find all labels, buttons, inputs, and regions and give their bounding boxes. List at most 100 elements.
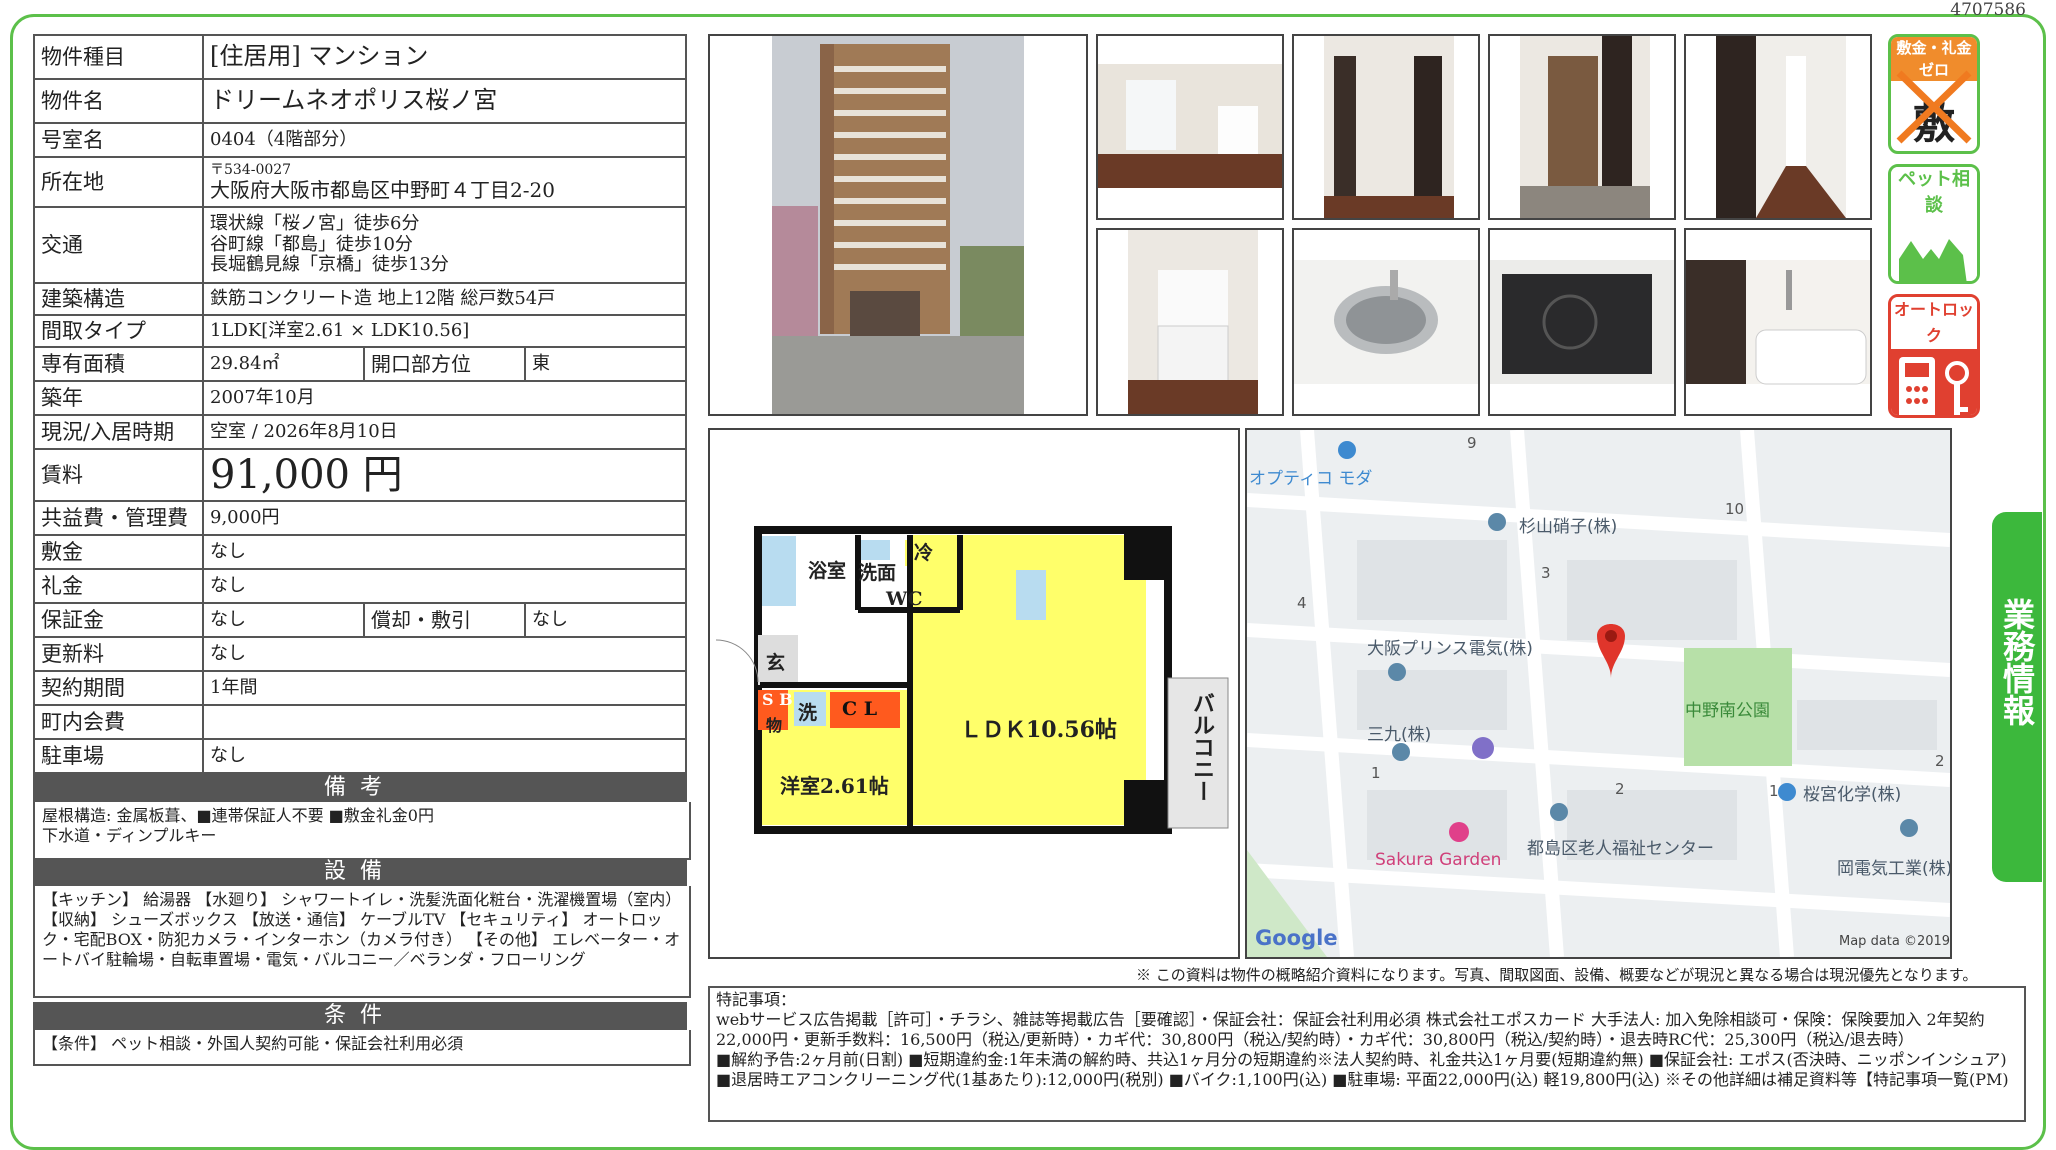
interior-photo-living[interactable] — [1096, 34, 1284, 220]
conditions-body: 【条件】 ペット相談・外国人契約可能・保証会社利用必須 — [33, 1030, 691, 1066]
room-label: 号室名 — [33, 122, 204, 158]
access-line: 長堀鶴見線「京橋」徒歩13分 — [210, 254, 449, 276]
remarks-body: 屋根構造: 金属板葺、■連帯保証人不要 ■敷金礼金0円 下水道・ディンプルキー — [33, 802, 691, 860]
plan-entry: 玄 — [766, 652, 786, 674]
town-fee-value — [202, 704, 687, 740]
type-label: 物件種目 — [33, 34, 204, 80]
autolock-title: オートロック — [1891, 297, 1977, 349]
interior-photo-hall[interactable] — [1292, 34, 1480, 220]
interior-photo-corridor[interactable] — [1684, 34, 1872, 220]
layout-label: 間取タイプ — [33, 314, 204, 348]
map-block-number: 2 — [1935, 752, 1945, 770]
access-label: 交通 — [33, 206, 204, 284]
remarks-header: 備考 — [33, 774, 687, 802]
built-label: 築年 — [33, 380, 204, 416]
guarantee-label: 保証金 — [33, 602, 204, 638]
interior-photo-image — [1716, 36, 1846, 218]
parking-label: 駐車場 — [33, 738, 204, 774]
keymoney-value: なし — [202, 568, 687, 604]
map-label-welfare-center: 都島区老人福祉センター — [1527, 839, 1714, 859]
access-line: 環状線「桜ノ宮」徒歩6分 — [210, 212, 420, 234]
remarks-line: 屋根構造: 金属板葺、■連帯保証人不要 ■敷金礼金0円 — [42, 806, 434, 825]
pet-title: ペット相談 — [1891, 167, 1977, 219]
interior-photo-entrance[interactable] — [1488, 34, 1676, 220]
plan-bath: 浴室 — [808, 560, 847, 582]
name-value: ドリームネオポリス桜ノ宮 — [202, 78, 687, 124]
conditions-header: 条件 — [33, 1002, 687, 1030]
interior-photo-bathroom[interactable] — [1684, 228, 1872, 416]
map-label-osaka-prince: 大阪プリンス電気(株) — [1367, 639, 1533, 659]
plan-wash: 洗面 — [858, 562, 897, 584]
interior-photo-image — [1128, 230, 1258, 414]
map-label-oka: 岡電気工業(株) — [1837, 859, 1952, 879]
deposit-value: なし — [202, 534, 687, 570]
renewal-value: なし — [202, 636, 687, 672]
rent-label: 賃料 — [33, 448, 204, 502]
interior-photo-image — [1324, 36, 1454, 218]
facing-value: 東 — [524, 346, 687, 382]
map-block-number: 2 — [1615, 780, 1625, 798]
map-block-number: 4 — [1297, 594, 1307, 612]
structure-label: 建築構造 — [33, 282, 204, 316]
fee-label: 共益費・管理費 — [33, 500, 204, 536]
area-value: 29.84㎡ — [202, 346, 365, 382]
keymoney-label: 礼金 — [33, 568, 204, 604]
special-notes-text-2: ■解約予告:2ヶ月前(日割) ■短期違約金:1年未満の解約時、共込1ヶ月分の短期… — [716, 1050, 2009, 1089]
type-value: [住居用] マンション — [202, 34, 687, 80]
equipment-header: 設備 — [33, 858, 687, 886]
plan-closet: C L — [842, 698, 878, 720]
interior-photo-kitchen[interactable] — [1096, 228, 1284, 416]
building-exterior-photo[interactable] — [708, 34, 1088, 416]
plan-ldk: ＬＤＫ10.56帖 — [960, 717, 1117, 743]
zip-code: 〒534-0027 — [210, 162, 292, 179]
remarks-line: 下水道・ディンプルキー — [42, 826, 217, 845]
map-label-sakura-garden: Sakura Garden — [1375, 850, 1502, 870]
address-label: 所在地 — [33, 156, 204, 208]
renewal-label: 更新料 — [33, 636, 204, 672]
status-value: 空室 / 2026年8月10日 — [202, 414, 687, 450]
status-label: 現況/入居時期 — [33, 414, 204, 450]
interior-photo-cooktop[interactable] — [1488, 228, 1676, 416]
address-value: 大阪府大阪市都島区中野町４丁目2-20 — [210, 177, 555, 202]
location-map[interactable]: オプティコ モダ 杉山硝子(株) 大阪プリンス電気(株) 中野南公園 三九(株)… — [1245, 428, 1952, 959]
built-value: 2007年10月 — [202, 380, 687, 416]
interior-photo-image — [1686, 260, 1870, 385]
map-label-optico: オプティコ モダ — [1249, 469, 1373, 489]
pet-badge: ペット相談 — [1888, 164, 1980, 284]
google-logo: Google — [1255, 926, 1338, 950]
plan-fridge: 冷 — [914, 542, 934, 564]
business-info-tab[interactable]: 業務情報 — [1992, 512, 2042, 882]
deposit-label: 敷金 — [33, 534, 204, 570]
name-label: 物件名 — [33, 78, 204, 124]
town-fee-label: 町内会費 — [33, 704, 204, 740]
zero-deposit-badge: 敷金・礼金ゼロ 敷 礼 — [1888, 34, 1980, 154]
interior-photo-sink[interactable] — [1292, 228, 1480, 416]
special-notes: 特記事項： webサービス広告掲載［許可］・チラシ、雑誌等掲載広告［要確認］・保… — [708, 986, 2026, 1122]
pet-icon — [1891, 219, 1977, 281]
rent-value: 91,000 円 — [202, 448, 687, 502]
amort-value: なし — [524, 602, 687, 638]
facing-label: 開口部方位 — [363, 346, 526, 382]
term-label: 契約期間 — [33, 670, 204, 706]
property-spec-table: 物件種目 [住居用] マンション 物件名 ドリームネオポリス桜ノ宮 号室名 04… — [33, 34, 687, 774]
map-label-sakuramiya: 桜宮化学(株) — [1803, 785, 1902, 805]
map-label-nakano-park: 中野南公園 — [1685, 701, 1770, 721]
fee-value: 9,000円 — [202, 500, 687, 536]
disclaimer-note: ※ この資料は物件の概略紹介資料になります。写真、間取図面、設備、概要などが現況… — [1136, 966, 1978, 984]
plan-wc: WC — [886, 588, 923, 610]
structure-value: 鉄筋コンクリート造 地上12階 総戸数54戸 — [202, 282, 687, 316]
interior-photo-image — [1520, 36, 1650, 218]
interior-photo-image — [1294, 260, 1478, 384]
map-block-number: 10 — [1725, 500, 1745, 518]
plan-storage: 物 — [766, 716, 783, 735]
special-notes-text: webサービス広告掲載［許可］・チラシ、雑誌等掲載広告［要確認］・保証会社：保証… — [716, 1010, 1985, 1049]
layout-value: 1LDK[洋室2.61 × LDK10.56] — [202, 314, 687, 348]
access-cell: 環状線「桜ノ宮」徒歩6分 谷町線「都島」徒歩10分 長堀鶴見線「京橋」徒歩13分 — [202, 206, 687, 284]
autolock-icon — [1891, 349, 1977, 415]
map-label-sankyu: 三九(株) — [1367, 725, 1432, 745]
amort-label: 償却・敷引 — [363, 602, 526, 638]
special-notes-title: 特記事項： — [716, 990, 797, 1009]
room-value: 0404（4階部分） — [202, 122, 687, 158]
business-info-label: 業務情報 — [1998, 598, 2036, 726]
parking-value: なし — [202, 738, 687, 774]
